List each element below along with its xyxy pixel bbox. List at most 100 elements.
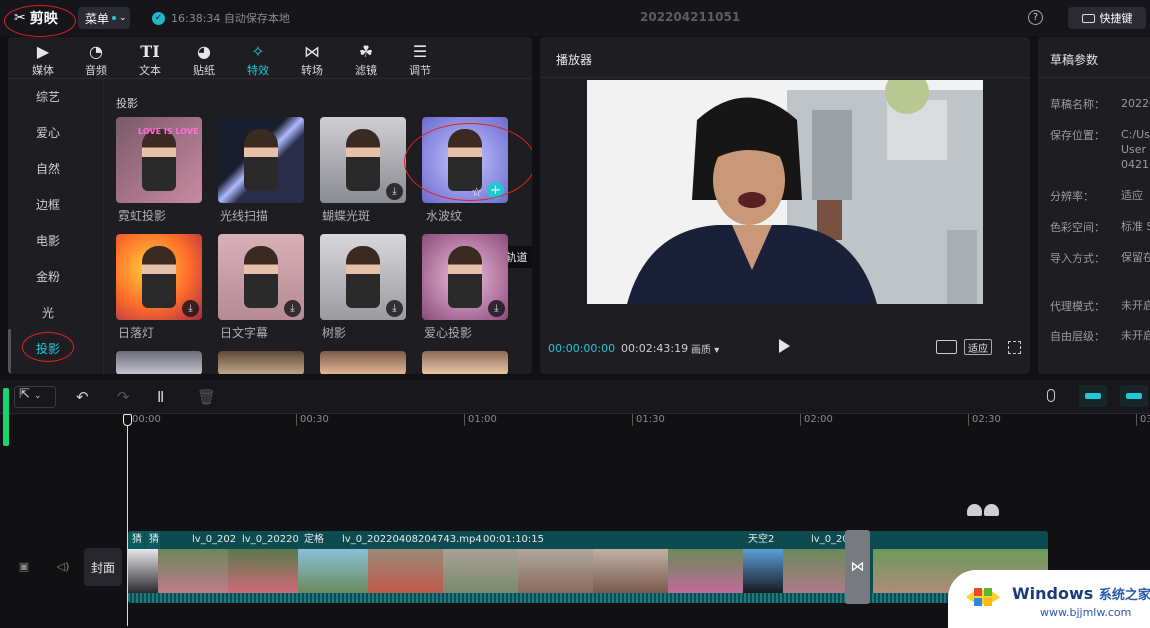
ruler-tick: 01:00	[464, 414, 497, 426]
ruler-tick: 03:	[1136, 414, 1150, 426]
category-item[interactable]: 爱心	[8, 124, 88, 141]
link-toggle[interactable]	[1120, 385, 1148, 407]
clip-label: 定格	[304, 534, 324, 545]
playhead-handle[interactable]	[123, 414, 132, 426]
tab-sticker[interactable]: ◕ 贴纸	[179, 40, 229, 78]
speaker-icon[interactable]: ◁)	[55, 560, 71, 574]
category-item[interactable]: 光	[8, 304, 88, 321]
clip-thumbnail	[443, 549, 518, 593]
divider	[1038, 77, 1150, 78]
tab-audio[interactable]: ◔ 音频	[71, 40, 121, 78]
category-item[interactable]: 金粉	[8, 268, 88, 285]
download-icon[interactable]: ⤓	[386, 183, 403, 200]
effect-card[interactable]: ⤓	[218, 234, 304, 320]
effect-label: 水波纹	[426, 209, 463, 223]
category-item[interactable]: 边框	[8, 196, 88, 213]
menu-button[interactable]: 菜单 ⌄	[78, 7, 130, 29]
keyboard-icon	[1081, 13, 1095, 23]
track-visibility-icon[interactable]: ▣	[16, 560, 32, 574]
category-item[interactable]: 综艺	[8, 88, 88, 105]
tab-filter[interactable]: ☘ 滤镜	[341, 40, 391, 78]
video-preview[interactable]	[587, 80, 983, 304]
category-item[interactable]: 自然	[8, 160, 88, 177]
add-to-track-button[interactable]: +	[487, 182, 504, 199]
site-watermark: Windows 系统之家 www.bjjmlw.com	[948, 570, 1150, 628]
clip-thumbnail	[783, 549, 845, 593]
star-icon[interactable]: ☆	[471, 185, 482, 199]
adjust-icon: ☰	[412, 41, 428, 61]
category-item-active[interactable]: 投影	[8, 340, 88, 357]
tab-label: 贴纸	[193, 64, 215, 77]
download-icon[interactable]: ⤓	[386, 300, 403, 317]
tab-media[interactable]: ▶ 媒体	[18, 40, 68, 78]
effect-label: 霓虹投影	[118, 209, 167, 223]
transition-icon[interactable]: ⋈	[845, 530, 870, 604]
effect-card[interactable]	[422, 351, 508, 374]
thumbnail-image	[346, 246, 380, 308]
menu-label: 菜单	[85, 11, 110, 26]
main-video-track[interactable]: 猜 猜 lv_0_202 lv_0_2022040 定格 lv_0_202204…	[128, 531, 1048, 603]
delete-icon[interactable]: 🗑	[197, 388, 216, 406]
clip-label: lv_0_20	[811, 534, 849, 545]
cover-button[interactable]: 封面	[84, 548, 122, 586]
param-value: 适应	[1121, 189, 1143, 202]
fullscreen-icon[interactable]	[1008, 341, 1021, 354]
section-title: 投影	[116, 97, 138, 110]
param-label: 草稿名称：	[1050, 98, 1105, 111]
tab-text[interactable]: TI 文本	[125, 40, 175, 78]
redo-icon[interactable]: ↷	[117, 388, 130, 406]
param-label: 保存位置：	[1050, 129, 1105, 142]
undo-icon[interactable]: ↶	[76, 388, 89, 406]
draft-params-panel: 草稿参数 草稿名称： 20220 保存位置： C:/Us User D 0421…	[1038, 37, 1150, 374]
tab-effects[interactable]: ✧ 特效	[233, 40, 283, 78]
effect-card[interactable]	[116, 351, 202, 374]
clip-label: 猜	[145, 531, 160, 549]
download-icon[interactable]: ⤓	[182, 300, 199, 317]
shortcut-button[interactable]: 快捷键	[1068, 7, 1146, 29]
resource-tabs: ▶ 媒体 ◔ 音频 TI 文本 ◕ 贴纸 ✧ 特效 ⋈ 转场 ☘ 滤镜 ☰ 调节	[8, 37, 532, 79]
effect-card[interactable]: ⤓	[422, 234, 508, 320]
clip-thumbnail	[298, 549, 368, 593]
category-item[interactable]: 电影	[8, 232, 88, 249]
effect-card[interactable]: ⤓	[320, 234, 406, 320]
capcut-logo-icon: ✂	[14, 10, 26, 26]
thumbnail-image	[448, 129, 482, 191]
neon-text-decoration: LOVE IS LOVE	[138, 127, 199, 136]
download-icon[interactable]: ⤓	[284, 300, 301, 317]
playhead[interactable]	[127, 414, 128, 626]
tab-adjust[interactable]: ☰ 调节	[395, 40, 445, 78]
effect-card-hovered[interactable]: ☆ +	[422, 117, 508, 203]
play-icon[interactable]	[779, 339, 790, 353]
magnet-toggle[interactable]	[1079, 385, 1107, 407]
param-value: 保留在	[1121, 251, 1150, 264]
windows-logo-icon	[966, 588, 1000, 606]
param-label: 代理模式：	[1050, 300, 1105, 313]
timeline-ruler[interactable]: 00:00 00:30 01:00 01:30 02:00 02:30 03:	[128, 414, 1150, 428]
microphone-icon[interactable]	[1047, 389, 1055, 402]
effect-card[interactable]	[218, 117, 304, 203]
effect-card[interactable]	[320, 351, 406, 374]
tab-transition[interactable]: ⋈ 转场	[287, 40, 337, 78]
quality-dropdown[interactable]: 画质 ▾	[691, 341, 719, 356]
caret-down-icon: ▾	[714, 345, 720, 356]
thumbnail-image	[244, 246, 278, 308]
effect-card[interactable]: LOVE IS LOVE	[116, 117, 202, 203]
tab-label: 文本	[139, 64, 161, 77]
waveform-icon[interactable]	[936, 340, 957, 354]
effect-card[interactable]: ⤓	[320, 117, 406, 203]
download-icon[interactable]: ⤓	[488, 300, 505, 317]
tab-label: 音频	[85, 64, 107, 77]
thumbnail-image	[448, 246, 482, 308]
scrollbar[interactable]	[8, 329, 11, 374]
tab-label: 调节	[409, 64, 431, 77]
question-icon[interactable]: ?	[1028, 10, 1043, 25]
split-icon[interactable]: Ⅱ	[157, 388, 164, 406]
check-icon: ✓	[152, 11, 165, 25]
select-tool-dropdown[interactable]: ⇱ ⌄	[14, 386, 56, 408]
effect-card[interactable]	[218, 351, 304, 374]
effects-icon: ✧	[251, 41, 265, 61]
ruler-tick: 02:00	[800, 414, 833, 426]
effect-card[interactable]: ⤓	[116, 234, 202, 320]
effect-label: 光线扫描	[220, 209, 269, 223]
fit-ratio-button[interactable]: 适应	[964, 339, 992, 355]
